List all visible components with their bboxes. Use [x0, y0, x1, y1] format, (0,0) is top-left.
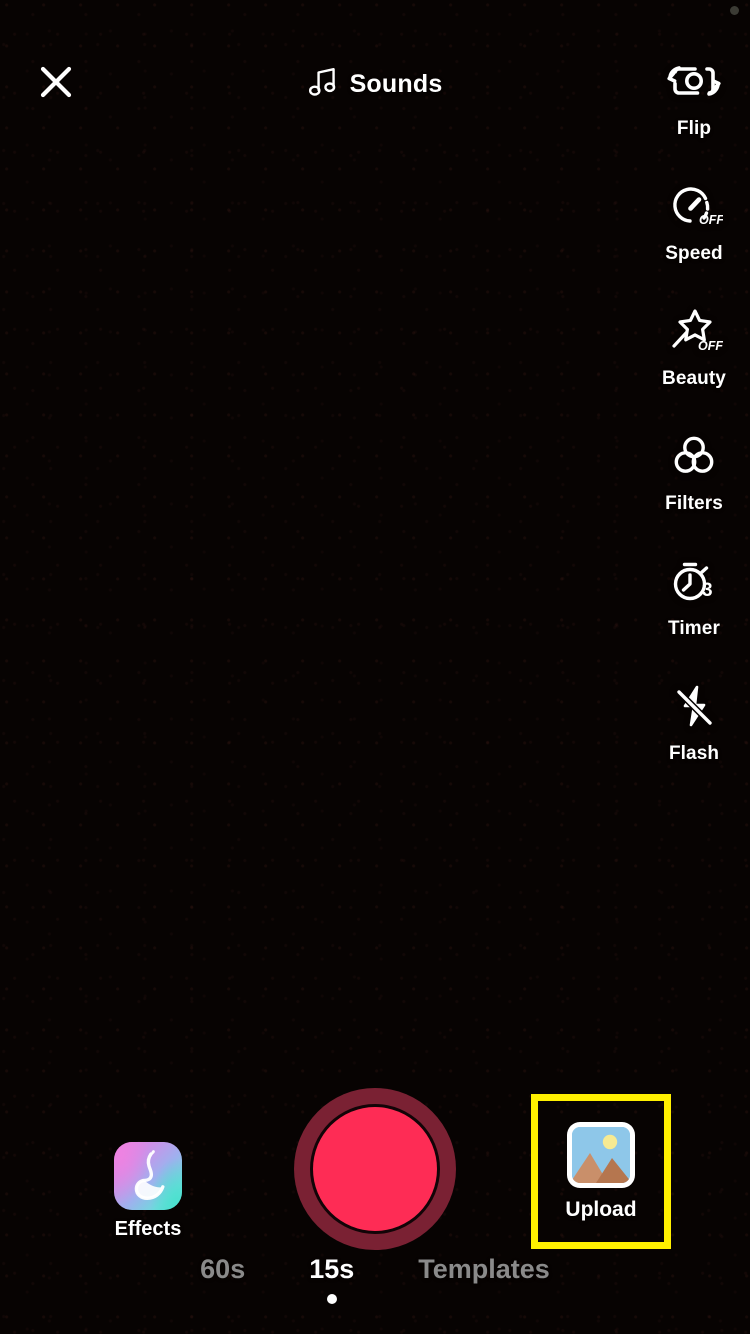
- tool-timer[interactable]: 3 Timer: [638, 550, 750, 675]
- beauty-badge: OFF: [698, 339, 723, 353]
- speedometer-icon: OFF: [663, 175, 725, 237]
- mode-dot-15s: [326, 1294, 337, 1304]
- mode-label-templates: Templates: [418, 1254, 550, 1284]
- close-button[interactable]: [32, 58, 80, 106]
- timer-badge: 3: [702, 580, 713, 601]
- flash-off-icon: [663, 675, 725, 737]
- mode-item-15s[interactable]: 15s: [277, 1254, 386, 1304]
- mode-item-60s[interactable]: 60s: [168, 1254, 277, 1304]
- tool-flip[interactable]: Flip: [638, 50, 750, 175]
- tool-speed-label: Speed: [665, 243, 723, 264]
- effects-gradient-icon: [114, 1142, 182, 1210]
- sounds-label: Sounds: [349, 70, 443, 98]
- upload-label: Upload: [565, 1197, 637, 1221]
- mode-label-15s: 15s: [309, 1254, 355, 1284]
- camera-screen: Sounds Flip OFF Speed OFF Beauty Filters…: [0, 0, 750, 1334]
- tool-timer-label: Timer: [668, 618, 720, 639]
- mode-item-templates[interactable]: Templates: [386, 1254, 582, 1304]
- effects-label: Effects: [114, 1218, 182, 1240]
- tool-filters-label: Filters: [665, 493, 723, 514]
- record-button-inner: [313, 1107, 437, 1231]
- music-note-icon: [308, 66, 338, 103]
- tool-beauty[interactable]: OFF Beauty: [638, 300, 750, 425]
- filters-circles-icon: [663, 425, 725, 487]
- stopwatch-icon: 3: [663, 550, 725, 612]
- record-button[interactable]: [294, 1088, 456, 1250]
- tool-beauty-label: Beauty: [662, 368, 726, 389]
- effects-button[interactable]: Effects: [103, 1142, 193, 1241]
- upload-button[interactable]: Upload: [531, 1094, 671, 1249]
- tool-flash-label: Flash: [668, 743, 720, 764]
- bottom-controls: Effects Upload 60s 15s Templates: [0, 1034, 750, 1334]
- tool-flip-label: Flip: [676, 118, 712, 139]
- right-toolbar: Flip OFF Speed OFF Beauty Filters 3 Time…: [638, 50, 750, 800]
- magic-wand-icon: OFF: [663, 300, 725, 362]
- mode-label-60s: 60s: [200, 1254, 246, 1284]
- tool-flash[interactable]: Flash: [638, 675, 750, 800]
- camera-flip-icon: [663, 50, 725, 112]
- mode-selector: 60s 15s Templates: [0, 1254, 750, 1304]
- close-icon: [34, 60, 78, 104]
- tool-filters[interactable]: Filters: [638, 425, 750, 550]
- speed-badge: OFF: [699, 213, 723, 227]
- tool-speed[interactable]: OFF Speed: [638, 175, 750, 300]
- sounds-button[interactable]: Sounds: [308, 66, 443, 103]
- photo-library-icon: [567, 1121, 635, 1188]
